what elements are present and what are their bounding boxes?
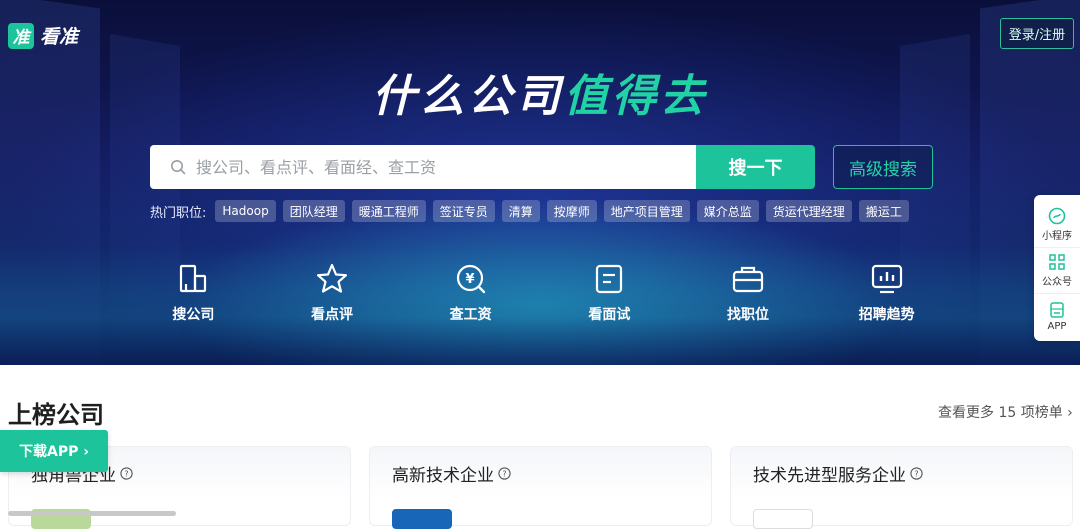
- side-official-account[interactable]: 公众号: [1034, 247, 1080, 293]
- view-more-label: 查看更多 15 项榜单: [938, 405, 1063, 421]
- login-register-button[interactable]: 登录/注册: [1000, 18, 1074, 49]
- svg-text:¥: ¥: [465, 272, 474, 287]
- slogan-white-text: 什么公司: [372, 71, 564, 122]
- side-label: APP: [1047, 321, 1067, 332]
- hot-positions-label: 热门职位:: [150, 205, 207, 221]
- search-input[interactable]: [196, 157, 676, 177]
- feature-label: 找职位: [727, 307, 770, 323]
- feature-label: 看点评: [311, 307, 353, 323]
- feature-reviews[interactable]: 看点评: [263, 262, 402, 324]
- feature-search-company[interactable]: 搜公司: [124, 262, 263, 324]
- app-download-icon: [1050, 302, 1064, 318]
- ranking-card-title: 高新技术企业: [392, 465, 494, 486]
- company-logo: [392, 509, 452, 529]
- help-icon[interactable]: ?: [910, 466, 923, 480]
- search-box: [150, 145, 696, 189]
- feature-label: 查工资: [449, 307, 492, 323]
- feature-jobs[interactable]: 找职位: [679, 262, 818, 324]
- feature-interviews[interactable]: 看面试: [540, 262, 679, 324]
- side-label: 公众号: [1042, 277, 1072, 288]
- hot-tag[interactable]: 签证专员: [432, 200, 495, 222]
- briefcase-icon: [732, 266, 764, 293]
- hot-tag[interactable]: 货运代理经理: [765, 200, 852, 222]
- mini-program-icon: [1048, 207, 1066, 224]
- ranking-card[interactable]: 高新技术企业 ?: [369, 446, 712, 529]
- hot-tag[interactable]: 团队经理: [282, 200, 345, 222]
- logo-mark: 准: [8, 22, 34, 49]
- svg-text:?: ?: [124, 469, 128, 478]
- logo-text: 看准: [40, 26, 79, 48]
- building-icon: [180, 264, 207, 293]
- side-label: 小程序: [1042, 230, 1072, 242]
- hot-tag[interactable]: 暖通工程师: [351, 200, 426, 222]
- hot-tag[interactable]: 地产项目管理: [603, 200, 690, 222]
- hot-tag[interactable]: 按摩师: [546, 200, 597, 222]
- slogan-green-text: 值得去: [564, 71, 708, 122]
- side-app[interactable]: APP: [1034, 293, 1080, 339]
- feature-hiring-trends[interactable]: 招聘趋势: [817, 262, 956, 324]
- help-icon[interactable]: ?: [498, 466, 511, 480]
- hot-positions: 热门职位: Hadoop 团队经理 暖通工程师 签证专员 清算 按摩师 地产项目…: [150, 200, 909, 222]
- yen-search-icon: ¥: [456, 264, 485, 294]
- horizontal-scrollbar[interactable]: [8, 511, 176, 516]
- feature-nav: 搜公司 看点评 ¥ 查工资 看面试 找职位 招聘趋势: [124, 262, 956, 324]
- svg-text:?: ?: [914, 469, 918, 478]
- view-more-rankings-link[interactable]: 查看更多 15 项榜单 ›: [938, 402, 1073, 422]
- hero-slogan: 什么公司值得去: [0, 60, 1080, 124]
- ranking-card-header: 技术先进型服务企业 ?: [731, 447, 1072, 499]
- document-icon: [596, 264, 623, 294]
- advanced-search-button[interactable]: 高级搜索: [833, 145, 933, 189]
- ranking-card[interactable]: 技术先进型服务企业 ?: [730, 446, 1073, 529]
- feature-label: 招聘趋势: [858, 307, 915, 323]
- ranking-card-title: 技术先进型服务企业: [753, 465, 906, 486]
- help-icon[interactable]: ?: [120, 466, 133, 480]
- company-logo: [753, 509, 813, 529]
- side-mini-program[interactable]: 小程序: [1034, 201, 1080, 247]
- ranking-card-header: 高新技术企业 ?: [370, 447, 711, 499]
- logo[interactable]: 准 看准: [8, 22, 78, 49]
- hot-tag[interactable]: 搬运工: [858, 200, 909, 222]
- download-app-button[interactable]: 下载APP ›: [0, 430, 108, 472]
- hot-tag[interactable]: Hadoop: [215, 200, 276, 222]
- hot-tag[interactable]: 清算: [501, 200, 540, 222]
- search-button[interactable]: 搜一下: [696, 145, 815, 189]
- feature-label: 看面试: [588, 307, 631, 323]
- qr-code-icon: [1049, 254, 1065, 270]
- feature-label: 搜公司: [172, 307, 215, 323]
- hero-banner: 准 看准 登录/注册 什么公司值得去 搜一下 高级搜索 热门职位: Hadoop…: [0, 0, 1080, 365]
- search-icon: [171, 160, 186, 175]
- feature-salary[interactable]: ¥ 查工资: [401, 262, 540, 324]
- svg-text:?: ?: [502, 469, 506, 478]
- ranking-section-title: 上榜公司: [8, 401, 104, 429]
- hot-tag[interactable]: 媒介总监: [696, 200, 759, 222]
- star-icon: [316, 263, 348, 293]
- side-float-panel: 小程序 公众号 APP: [1034, 195, 1080, 341]
- trend-chart-icon: [871, 264, 902, 294]
